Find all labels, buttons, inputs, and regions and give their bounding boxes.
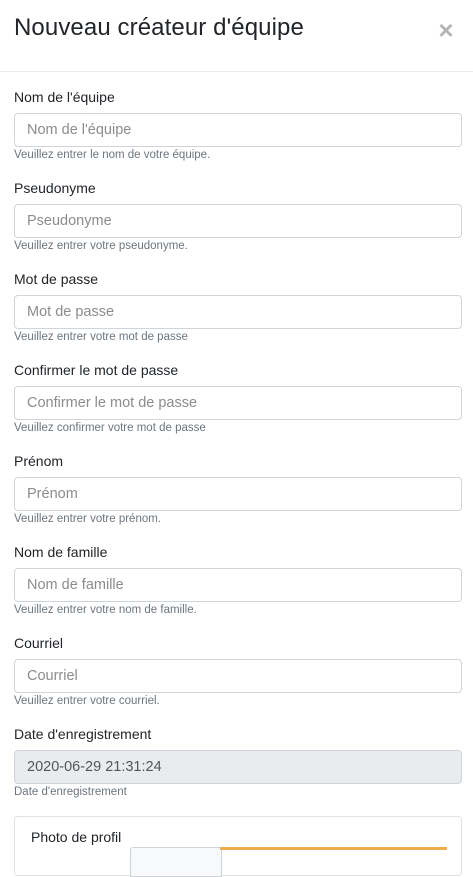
email-label: Courriel [14,635,64,651]
modal-header: Nouveau créateur d'équipe × [0,0,473,72]
email-input[interactable] [14,659,462,693]
pseudonym-help: Veuillez entrer votre pseudonyme. [14,240,188,252]
confirm-password-input[interactable] [14,386,462,420]
first-name-label: Prénom [14,453,64,469]
registration-date-label: Date d'enregistrement [14,726,152,742]
modal-title: Nouveau créateur d'équipe [14,14,304,41]
close-icon[interactable]: × [435,16,457,44]
registration-date-input [14,750,462,784]
confirm-password-label: Confirmer le mot de passe [14,362,179,378]
first-name-help: Veuillez entrer votre prénom. [14,513,162,525]
last-name-label: Nom de famille [14,544,108,560]
pseudonym-input[interactable] [14,204,462,238]
team-name-label: Nom de l'équipe [14,89,115,105]
last-name-input[interactable] [14,568,462,602]
choose-file-button[interactable] [130,847,222,877]
team-name-help: Veuillez entrer le nom de votre équipe. [14,149,211,161]
password-input[interactable] [14,295,462,329]
email-help: Veuillez entrer votre courriel. [14,695,160,707]
confirm-password-help: Veuillez confirmer votre mot de passe [14,422,206,434]
password-label: Mot de passe [14,271,99,287]
profile-photo-label: Photo de profil [31,829,122,845]
registration-date-help: Date d'enregistrement [14,786,127,798]
first-name-input[interactable] [14,477,462,511]
last-name-help: Veuillez entrer votre nom de famille. [14,604,197,616]
profile-photo-section: Photo de profil [14,816,462,877]
password-help: Veuillez entrer votre mot de passe [14,331,188,343]
pseudonym-label: Pseudonyme [14,180,96,196]
team-name-input[interactable] [14,113,462,147]
